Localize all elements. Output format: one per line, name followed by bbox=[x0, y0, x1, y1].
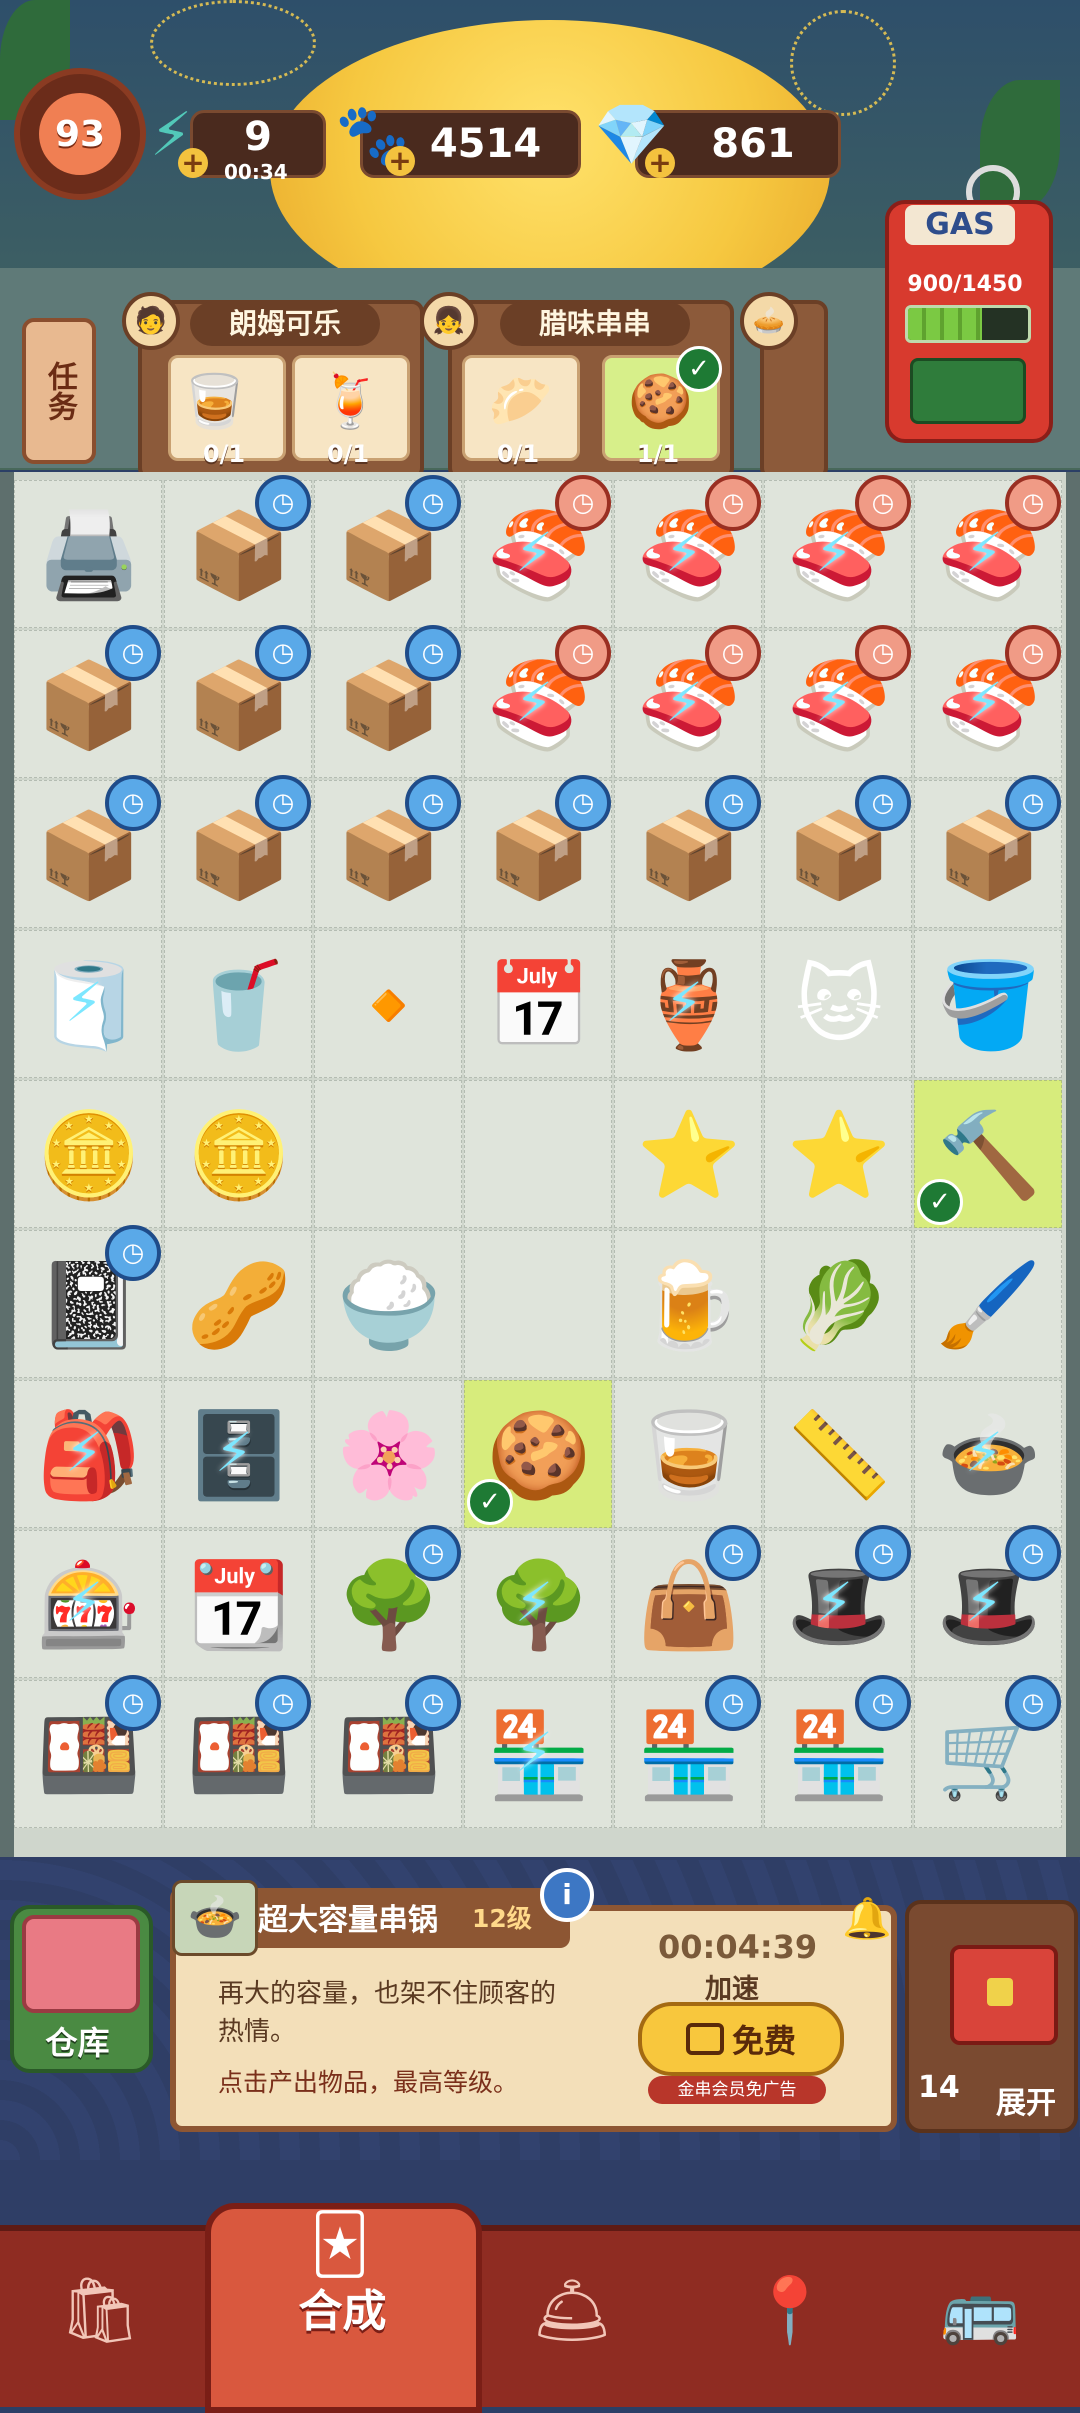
gas-progress-bar bbox=[905, 305, 1031, 343]
production-timer: 00:04:39 bbox=[658, 1928, 818, 1966]
player-level-badge[interactable]: 93 bbox=[14, 68, 146, 200]
player-level: 93 bbox=[39, 93, 121, 175]
item-hint: 点击产出物品，最高等级。 bbox=[218, 2068, 519, 2097]
cards-icon: 🃏 bbox=[310, 2210, 370, 2278]
customer-avatar: 👧 bbox=[420, 292, 478, 350]
vip-no-ads-note: 金串会员免广告 bbox=[648, 2076, 826, 2104]
map-pin-icon[interactable]: 📍 bbox=[730, 2255, 850, 2365]
shop-bag-icon[interactable]: 🛍 bbox=[40, 2255, 160, 2365]
add-energy-button[interactable]: + bbox=[178, 148, 208, 178]
gas-label: GAS bbox=[905, 205, 1015, 245]
tv-ad-icon bbox=[685, 2023, 724, 2055]
order-item-count: 0/1 bbox=[326, 440, 370, 468]
rum-glass-icon: 🥃 bbox=[182, 372, 247, 432]
cocktail-icon: 🍹 bbox=[318, 372, 383, 432]
firework bbox=[790, 10, 896, 116]
gas-screen bbox=[910, 358, 1026, 424]
chest-expand-label: 展开 bbox=[996, 2086, 1056, 2121]
chest-count: 14 bbox=[918, 2070, 960, 2105]
hotpot-thumbnail-icon: 🍲 bbox=[172, 1880, 258, 1956]
add-gem-button[interactable]: + bbox=[645, 148, 675, 178]
storage-label: 仓库 bbox=[45, 2024, 110, 2062]
info-icon[interactable]: i bbox=[540, 1868, 594, 1922]
free-button-label: 免费 bbox=[731, 2022, 796, 2060]
task-button[interactable]: 任务 bbox=[22, 318, 96, 464]
add-paw-coin-button[interactable]: + bbox=[385, 146, 415, 176]
order-title: 朗姆可乐 bbox=[190, 302, 380, 346]
firework bbox=[150, 0, 316, 86]
order-item-count: 1/1 bbox=[636, 440, 680, 468]
merge-tab-label: 合成 bbox=[298, 2286, 387, 2337]
storage-box-icon bbox=[22, 1915, 140, 2013]
dumpling-icon: 🥟 bbox=[488, 372, 553, 432]
gem-value: 861 bbox=[711, 121, 795, 167]
gas-value: 900/1450 bbox=[907, 272, 1023, 297]
order-title: 腊味串串 bbox=[500, 302, 690, 346]
customer-avatar: 🥧 bbox=[740, 292, 798, 350]
item-name: 超大容量串锅 bbox=[258, 1903, 438, 1938]
bus-icon[interactable]: 🚌 bbox=[920, 2255, 1040, 2365]
free-speed-up-button[interactable]: 免费 bbox=[638, 2002, 844, 2076]
order-item-count: 0/1 bbox=[496, 440, 540, 468]
bell-icon[interactable]: 🔔 bbox=[842, 1895, 892, 1942]
item-level: 12级 bbox=[472, 1904, 532, 1933]
customer-avatar: 🧑 bbox=[122, 292, 180, 350]
energy-timer: 00:34 bbox=[224, 160, 288, 184]
check-icon: ✓ bbox=[676, 346, 722, 392]
board-frame bbox=[0, 472, 1080, 1857]
gas-progress-fill bbox=[908, 308, 983, 340]
lock-icon bbox=[987, 1978, 1013, 2006]
speed-up-label: 加速 bbox=[705, 1974, 759, 2005]
item-description: 再大的容量，也架不住顾客的热情。 bbox=[218, 1979, 557, 2047]
energy-value: 9 bbox=[244, 114, 272, 160]
order-item-count: 0/1 bbox=[202, 440, 246, 468]
service-bell-icon[interactable]: 🛎 bbox=[512, 2255, 632, 2365]
paw-coin-value: 4514 bbox=[429, 121, 542, 167]
